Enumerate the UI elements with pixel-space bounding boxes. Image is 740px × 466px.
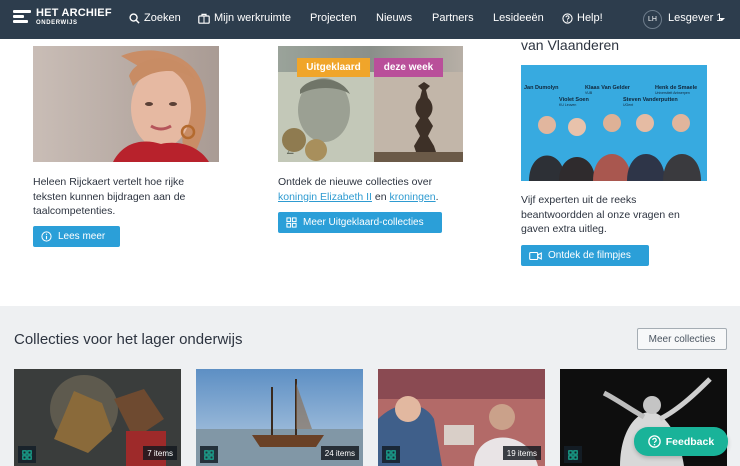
tag-deze-week: deze week [374,58,443,77]
nav-item-projecten[interactable]: Projecten [310,12,356,24]
search-icon [129,12,140,24]
video-icon [529,251,542,260]
meer-uitgeklaard-button[interactable]: Meer Uitgeklaard-collecties [278,212,442,233]
chevron-down-icon[interactable] [719,18,725,21]
experts-image[interactable]: Jan Dumolyn Klaas Van Gelder VUB Violet … [521,65,707,181]
logo-title: HET ARCHIEF [36,7,112,19]
card-3-title: van Vlaanderen [521,37,620,53]
tag-uitgeklaard: Uitgeklaard [297,58,370,77]
briefcase-icon [198,13,210,24]
top-navbar: HET ARCHIEF ONDERWIJS Zoeken Mijn werkru… [0,0,740,39]
expert-role: KU Leuven [559,103,577,107]
button-label: Meer Uitgeklaard-collecties [303,217,424,228]
lees-meer-button[interactable]: Lees meer [33,226,120,247]
button-label: Ontdek de filmpjes [548,250,631,261]
help-icon [562,12,573,24]
feedback-label: Feedback [665,435,715,448]
link-kroningen[interactable]: kroningen [390,191,436,203]
expert-role: VUB [585,91,593,95]
help-icon [647,435,661,448]
expert-name: Jan Dumolyn [524,85,559,91]
nav-label: Lesideeën [493,12,544,24]
nav-label: Projecten [310,12,357,24]
logo-subtitle: ONDERWIJS [36,20,78,26]
feedback-button[interactable]: Feedback [634,427,728,456]
grid-icon [286,217,297,228]
collection-card[interactable]: 24 items [196,369,363,466]
nav-label: Nieuws [376,12,413,24]
collection-card[interactable]: 19 items [378,369,545,466]
portrait-image[interactable] [33,46,219,162]
nav-label: Partners [432,12,474,24]
logo[interactable]: HET ARCHIEF ONDERWIJS [13,8,112,26]
card-3-text: Vijf experten uit de reeks beantwoordden… [521,194,680,235]
expert-role: Universiteit Antwerpen [655,91,690,95]
logo-icon [13,8,31,26]
avatar[interactable]: LH [643,10,662,29]
ontdek-filmpjes-button[interactable]: Ontdek de filmpjes [521,245,649,266]
nav-item-lesideeen[interactable]: Lesideeën [493,12,544,24]
nav-label: Zoeken [144,12,181,24]
nav-label: Mijn werkruimte [214,12,292,24]
card-1-text: Heleen Rijckaert vertelt hoe rijke tekst… [33,176,186,217]
grid-icon [18,446,36,463]
grid-icon [564,446,582,463]
nav-item-mijn-werkruimte[interactable]: Mijn werkruimte [198,12,291,24]
card-2-text: Ontdek de nieuwe collecties over koningi… [278,176,439,203]
collection-card[interactable]: 7 items [14,369,181,466]
nav-item-partners[interactable]: Partners [432,12,474,24]
nav-item-zoeken[interactable]: Zoeken [129,12,181,24]
link-koningin-elizabeth[interactable]: koningin Elizabeth II [278,191,372,203]
expert-role: UGent [623,103,634,107]
item-count: 19 items [502,446,541,460]
section-title: Collecties voor het lager onderwijs [14,331,243,348]
nav-label: Help! [577,12,603,24]
meer-collecties-button[interactable]: Meer collecties [637,328,727,350]
item-count: 24 items [320,446,359,460]
nav-item-help[interactable]: Help! [562,12,603,24]
item-count: 7 items [143,446,177,460]
grid-icon [200,446,218,463]
grid-icon [382,446,400,463]
nav-item-nieuws[interactable]: Nieuws [376,12,412,24]
user-menu[interactable]: Lesgever 1 [668,12,722,24]
info-icon [41,231,52,242]
button-label: Lees meer [58,231,106,242]
